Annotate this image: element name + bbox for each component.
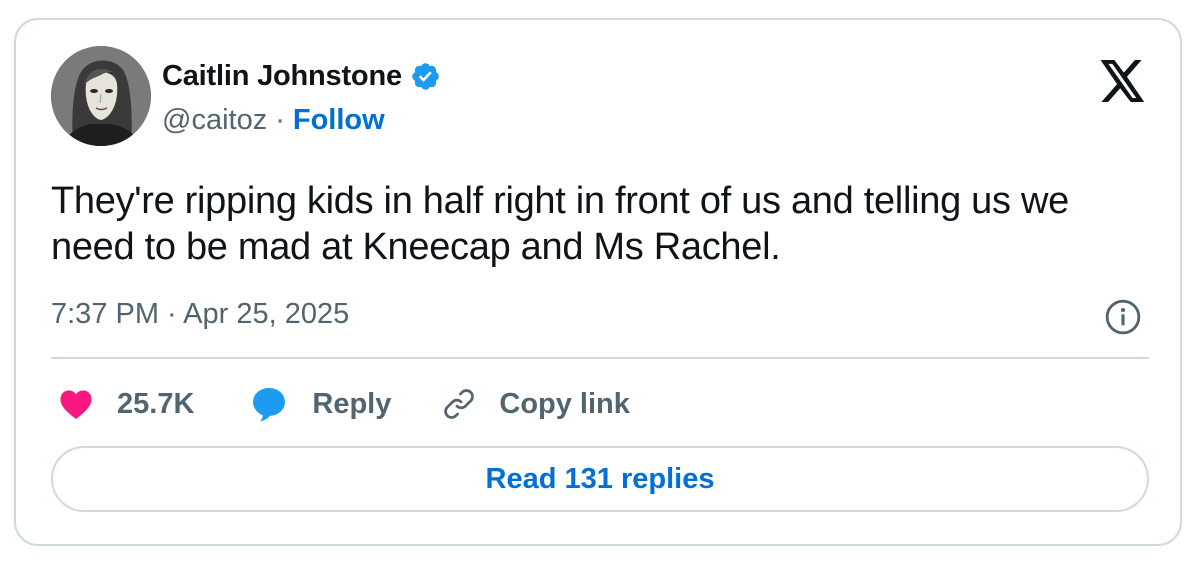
divider: [51, 357, 1149, 359]
tweet-text: They're ripping kids in half right in fr…: [51, 180, 1069, 268]
reply-label: Reply: [312, 387, 392, 420]
copy-link-label: Copy link: [499, 387, 630, 420]
action-bar: 25.7K Reply Copy link: [51, 382, 630, 426]
link-icon: [444, 389, 475, 419]
speech-bubble-icon: [253, 388, 286, 422]
like-button[interactable]: 25.7K: [59, 388, 194, 421]
author-display-name[interactable]: Caitlin Johnstone: [162, 60, 402, 93]
reply-button[interactable]: Reply: [250, 386, 391, 422]
read-replies-button[interactable]: Read 131 replies: [51, 446, 1149, 512]
follow-button[interactable]: Follow: [293, 104, 385, 137]
separator-dot: ·: [275, 103, 285, 136]
avatar[interactable]: [51, 46, 151, 146]
author-handle[interactable]: @caitoz: [162, 104, 267, 137]
like-count: 25.7K: [117, 387, 195, 420]
tweet-timestamp[interactable]: 7:37 PM · Apr 25, 2025: [51, 298, 349, 331]
x-logo-icon[interactable]: [1100, 60, 1146, 102]
heart-icon: [60, 390, 92, 420]
tweet-card: Caitlin Johnstone @caitoz · Follow They'…: [14, 18, 1182, 546]
copy-link-button[interactable]: Copy link: [441, 386, 630, 422]
info-icon[interactable]: [1104, 298, 1142, 336]
verified-badge-icon: [412, 62, 439, 90]
